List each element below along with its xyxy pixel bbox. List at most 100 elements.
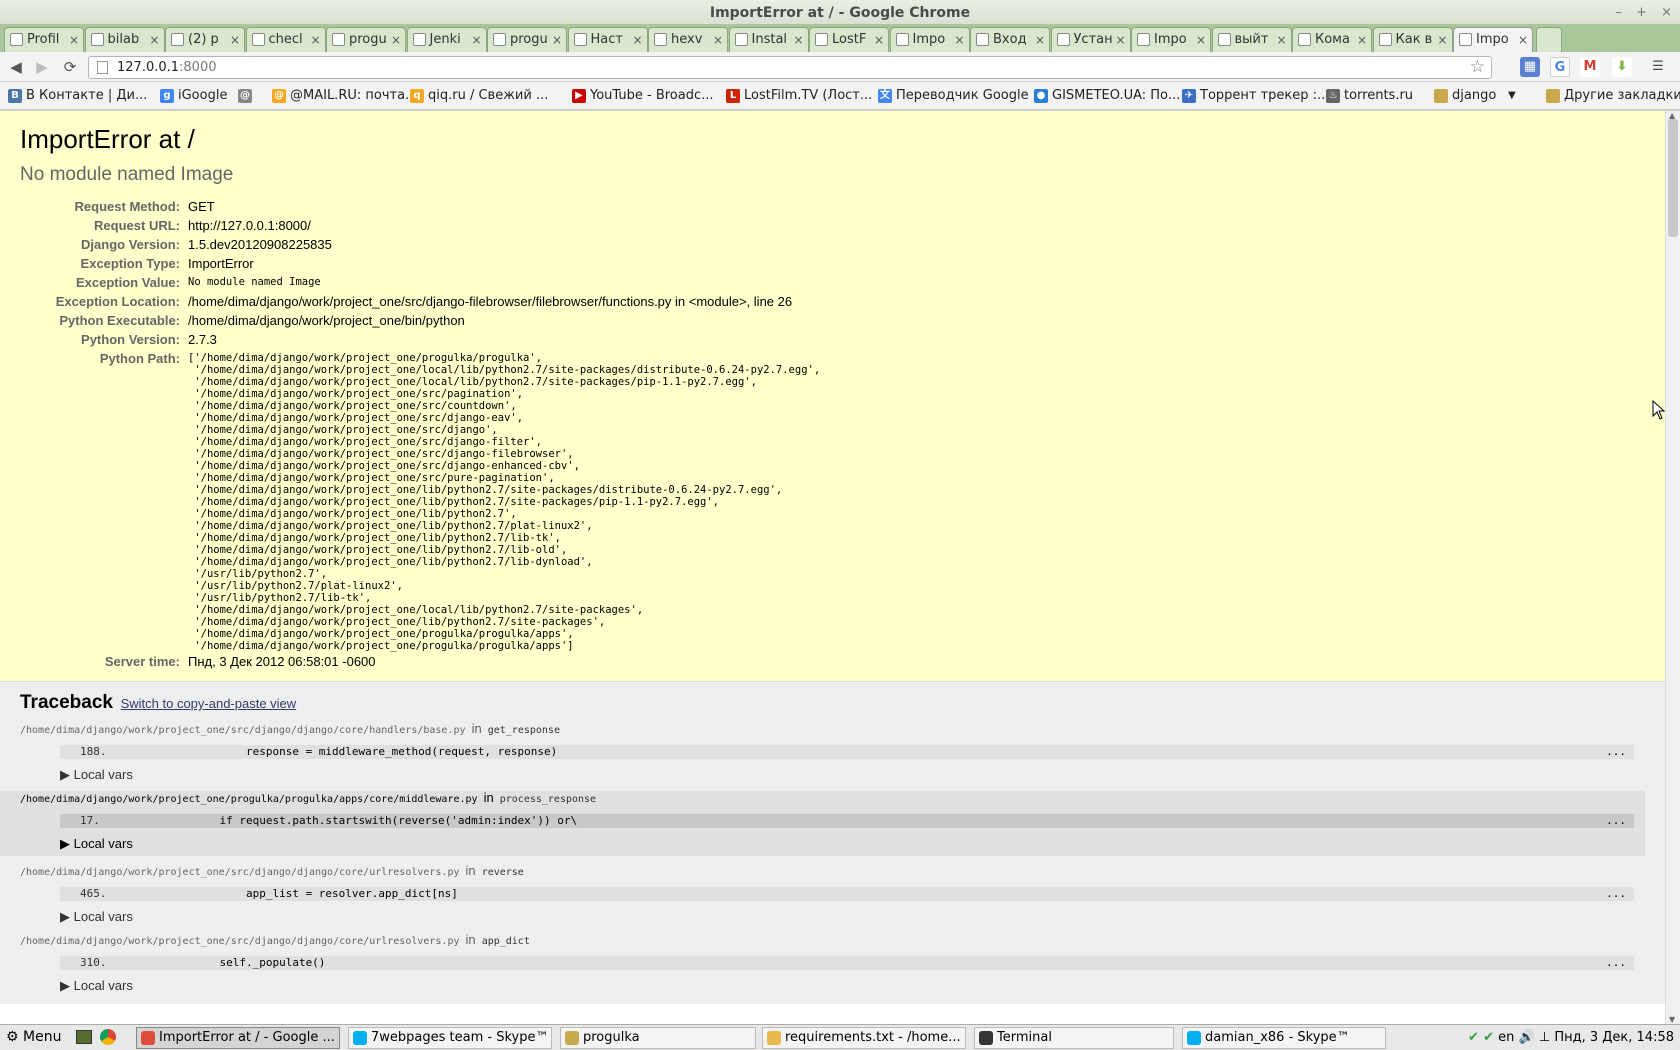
bookmark-item[interactable]: ● GISMETEO.UA: По... <box>1034 82 1180 110</box>
shield-icon[interactable]: ✔ <box>1468 1030 1479 1045</box>
chrome-launcher-icon[interactable] <box>100 1029 116 1045</box>
bookmarks-overflow-icon[interactable]: ▼ <box>1508 82 1516 110</box>
google-extension-icon[interactable]: G <box>1550 57 1570 77</box>
local-vars-toggle[interactable]: ▶ Local vars <box>60 836 1645 852</box>
expand-context-button[interactable]: ... <box>1606 745 1626 759</box>
tab[interactable]: Jenki × <box>406 27 487 52</box>
bookmark-item[interactable]: q qiq.ru / Свежий ... <box>410 82 548 110</box>
bookmark-item[interactable]: @ @MAIL.RU: почта... <box>272 82 417 110</box>
close-tab-icon[interactable]: × <box>632 28 642 52</box>
show-desktop-icon[interactable] <box>76 1030 92 1044</box>
network-icon[interactable]: ⊥ <box>1539 1030 1550 1045</box>
taskbar-item[interactable]: progulka <box>560 1027 756 1049</box>
gmail-extension-icon[interactable]: M <box>1580 57 1600 77</box>
close-tab-icon[interactable]: × <box>471 28 481 52</box>
page-scrollbar[interactable]: ▲ ▼ <box>1665 111 1680 1024</box>
bookmark-label: LostFilm.TV (Лост... <box>744 88 873 103</box>
tab[interactable]: Устан × <box>1050 27 1131 52</box>
clock[interactable]: Пнд, 3 Дек, 14:58 <box>1554 1030 1674 1045</box>
close-tab-icon[interactable]: × <box>1115 28 1125 52</box>
local-vars-toggle[interactable]: ▶ Local vars <box>60 978 1645 994</box>
tab[interactable]: hexv × <box>648 27 728 52</box>
tab[interactable]: Вход × <box>970 27 1050 52</box>
address-bar[interactable]: 127.0.0.1:8000 ☆ <box>88 56 1492 79</box>
bookmark-item[interactable]: django <box>1434 82 1496 110</box>
tab[interactable]: Impo × <box>1131 27 1211 52</box>
bookmark-star-icon[interactable]: ☆ <box>1470 57 1485 78</box>
code-line[interactable]: 17. if request.path.startswith(reverse('… <box>60 814 1634 828</box>
expand-context-button[interactable]: ... <box>1606 887 1626 901</box>
download-extension-icon[interactable]: ⬇ <box>1612 57 1632 77</box>
close-tab-icon[interactable]: × <box>1518 28 1528 52</box>
forward-icon[interactable]: ▶ <box>32 57 52 77</box>
start-menu-button[interactable]: ⚙ Menu <box>6 1025 61 1050</box>
bookmark-item[interactable]: 文 Переводчик Google <box>878 82 1029 110</box>
menu-icon[interactable]: ☰ <box>1648 57 1668 77</box>
close-tab-icon[interactable]: × <box>1276 28 1286 52</box>
close-window-icon[interactable]: × <box>1661 5 1672 20</box>
new-tab-button[interactable] <box>1535 27 1562 52</box>
tab[interactable]: bilab × <box>84 27 165 52</box>
tab[interactable]: progu × <box>487 27 567 52</box>
bookmark-item[interactable]: ✈ Торрент трекер :... <box>1182 82 1329 110</box>
local-vars-toggle[interactable]: ▶ Local vars <box>60 909 1645 925</box>
bookmark-item[interactable]: ♨ torrents.ru <box>1326 82 1413 110</box>
scroll-down-icon[interactable]: ▼ <box>1669 1015 1675 1024</box>
reload-icon[interactable]: ⟳ <box>60 57 80 77</box>
taskbar-item[interactable]: Terminal <box>974 1027 1174 1049</box>
close-tab-icon[interactable]: × <box>149 28 159 52</box>
tab[interactable]: Instal × <box>728 27 809 52</box>
close-tab-icon[interactable]: × <box>1437 28 1447 52</box>
bookmark-item[interactable]: @ <box>238 82 256 110</box>
close-tab-icon[interactable]: × <box>874 28 884 52</box>
tab[interactable]: выйт × <box>1211 27 1292 52</box>
frame-file: /home/dima/django/work/project_one/progu… <box>20 794 478 805</box>
tab[interactable]: Как в × <box>1372 27 1453 52</box>
close-tab-icon[interactable]: × <box>954 28 964 52</box>
close-tab-icon[interactable]: × <box>69 28 79 52</box>
bookmark-item[interactable]: ▶ YouTube - Broadc... <box>572 82 714 110</box>
taskbar-item[interactable]: ImportError at / - Google ... <box>136 1027 340 1049</box>
tab[interactable]: (2) p × <box>165 27 245 52</box>
bookmark-item[interactable]: L LostFilm.TV (Лост... <box>726 82 872 110</box>
minimize-icon[interactable]: – <box>1615 5 1622 20</box>
keyboard-layout[interactable]: en <box>1498 1030 1514 1045</box>
close-tab-icon[interactable]: × <box>310 28 320 52</box>
tab[interactable]: Кома × <box>1292 27 1372 52</box>
expand-context-button[interactable]: ... <box>1606 956 1626 970</box>
tab[interactable]: Наст × <box>567 27 648 52</box>
close-tab-icon[interactable]: × <box>1357 28 1367 52</box>
close-tab-icon[interactable]: × <box>1035 28 1045 52</box>
google-icon <box>1056 33 1070 46</box>
code-line[interactable]: 310. self._populate()... <box>60 956 1634 970</box>
close-tab-icon[interactable]: × <box>1196 28 1206 52</box>
tab[interactable]: checl × <box>245 27 326 52</box>
close-tab-icon[interactable]: × <box>713 28 723 52</box>
close-tab-icon[interactable]: × <box>793 28 803 52</box>
scrollbar-thumb[interactable] <box>1668 119 1678 237</box>
tab[interactable]: Impo × <box>889 27 970 52</box>
back-icon[interactable]: ◀ <box>6 57 26 77</box>
local-vars-toggle[interactable]: ▶ Local vars <box>60 767 1645 783</box>
bookmark-item[interactable]: g iGoogle <box>160 82 227 110</box>
tab[interactable]: Impo × <box>1453 27 1533 52</box>
taskbar-item[interactable]: requirements.txt - /home... <box>762 1027 966 1049</box>
tab[interactable]: progu × <box>326 27 406 52</box>
expand-context-button[interactable]: ... <box>1606 814 1626 828</box>
maximize-icon[interactable]: + <box>1636 5 1647 20</box>
tab[interactable]: Profil × <box>4 27 84 52</box>
update-icon[interactable]: ✔ <box>1483 1030 1494 1045</box>
tab[interactable]: LostF × <box>809 27 889 52</box>
code-line[interactable]: 188. response = middleware_method(reques… <box>60 745 1634 759</box>
taskbar-item[interactable]: 7webpages team - Skype™ <box>348 1027 552 1049</box>
code-line[interactable]: 465. app_list = resolver.app_dict[ns]... <box>60 887 1634 901</box>
bookmark-item[interactable]: B В Контакте | Ди... <box>8 82 147 110</box>
bookmark-item[interactable]: Другие закладки <box>1546 82 1680 110</box>
flag-extension-icon[interactable]: ▦ <box>1520 57 1540 77</box>
volume-icon[interactable]: 🔊 <box>1519 1030 1535 1045</box>
close-tab-icon[interactable]: × <box>552 28 562 52</box>
close-tab-icon[interactable]: × <box>230 28 240 52</box>
close-tab-icon[interactable]: × <box>391 28 401 52</box>
switch-view-link[interactable]: Switch to copy-and-paste view <box>121 696 297 711</box>
taskbar-item[interactable]: damian_x86 - Skype™ <box>1182 1027 1386 1049</box>
